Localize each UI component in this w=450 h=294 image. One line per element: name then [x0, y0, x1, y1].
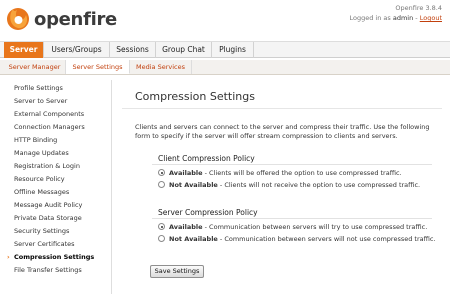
- server-policy-heading: Server Compression Policy: [152, 207, 432, 219]
- server-available-label: Available: [169, 223, 203, 231]
- sidebar-item-server-to-server[interactable]: Server to Server: [0, 95, 112, 107]
- server-available-radio[interactable]: [158, 223, 165, 230]
- client-not-available-radio[interactable]: [158, 181, 165, 188]
- sidebar-item-file-transfer-settings[interactable]: File Transfer Settings: [0, 264, 112, 276]
- server-available-option[interactable]: Available - Communication between server…: [158, 222, 427, 232]
- client-compression-panel: Client Compression Policy Available - Cl…: [152, 153, 432, 201]
- server-not-available-option[interactable]: Not Available - Communication between se…: [158, 234, 436, 244]
- sidebar-item-offline-messages[interactable]: Offline Messages: [0, 186, 112, 198]
- subtab-server-manager[interactable]: Server Manager: [4, 60, 66, 74]
- subtab-server-settings[interactable]: Server Settings: [66, 60, 130, 74]
- sidebar-item-server-certificates[interactable]: Server Certificates: [0, 238, 112, 250]
- logo-text: openfire: [34, 9, 117, 30]
- login-status: Logged in as admin - Logout: [349, 14, 442, 22]
- tab-server[interactable]: Server: [4, 42, 44, 58]
- client-not-available-label: Not Available: [169, 181, 218, 189]
- tab-sessions[interactable]: Sessions: [110, 42, 156, 58]
- sidebar-item-http-binding[interactable]: HTTP Binding: [0, 134, 112, 146]
- client-available-label: Available: [169, 169, 203, 177]
- openfire-logo-icon: [7, 8, 29, 30]
- page-title: Compression Settings: [135, 90, 255, 103]
- sidebar-item-message-audit-policy[interactable]: Message Audit Policy: [0, 199, 112, 211]
- logout-link[interactable]: Logout: [420, 14, 442, 22]
- server-compression-panel: Server Compression Policy Available - Co…: [152, 207, 436, 255]
- server-available-description: - Communication between servers will try…: [204, 223, 428, 231]
- sidebar-item-manage-updates[interactable]: Manage Updates: [0, 147, 112, 159]
- client-policy-heading: Client Compression Policy: [152, 153, 432, 165]
- save-settings-button[interactable]: Save Settings: [150, 265, 204, 278]
- sidebar-item-private-data-storage[interactable]: Private Data Storage: [0, 212, 112, 224]
- server-not-available-description: - Communication between servers will not…: [219, 235, 436, 243]
- tab-group-chat[interactable]: Group Chat: [156, 42, 212, 58]
- username: admin: [392, 14, 414, 22]
- client-available-option[interactable]: Available - Clients will be offered the …: [158, 168, 402, 178]
- server-not-available-label: Not Available: [169, 235, 218, 243]
- sidebar-item-connection-managers[interactable]: Connection Managers: [0, 121, 112, 133]
- main-tabs: Server Users/Groups Sessions Group Chat …: [0, 41, 450, 58]
- header: openfire Openfire 3.8.4 Logged in as adm…: [0, 0, 450, 40]
- sub-tabs: Server Manager Server Settings Media Ser…: [0, 60, 450, 75]
- sidebar: Profile Settings Server to Server Extern…: [0, 80, 112, 294]
- client-available-description: - Clients will be offered the option to …: [204, 169, 402, 177]
- client-not-available-description: - Clients will not receive the option to…: [219, 181, 421, 189]
- title-divider: [122, 108, 442, 109]
- client-available-radio[interactable]: [158, 169, 165, 176]
- sidebar-item-resource-policy[interactable]: Resource Policy: [0, 173, 112, 185]
- subtab-media-services[interactable]: Media Services: [130, 60, 192, 74]
- version-label: Openfire 3.8.4: [395, 4, 442, 12]
- sidebar-item-compression-settings[interactable]: Compression Settings: [0, 251, 112, 263]
- main-content: Compression Settings Clients and servers…: [122, 80, 442, 294]
- server-not-available-radio[interactable]: [158, 235, 165, 242]
- sidebar-item-external-components[interactable]: External Components: [0, 108, 112, 120]
- sidebar-item-registration-login[interactable]: Registration & Login: [0, 160, 112, 172]
- logged-in-as-label: Logged in as: [349, 14, 391, 22]
- sidebar-item-security-settings[interactable]: Security Settings: [0, 225, 112, 237]
- tab-plugins[interactable]: Plugins: [212, 42, 254, 58]
- tab-users-groups[interactable]: Users/Groups: [44, 42, 110, 58]
- sidebar-item-profile-settings[interactable]: Profile Settings: [0, 82, 112, 94]
- intro-text: Clients and servers can connect to the s…: [135, 123, 430, 140]
- client-not-available-option[interactable]: Not Available - Clients will not receive…: [158, 180, 420, 190]
